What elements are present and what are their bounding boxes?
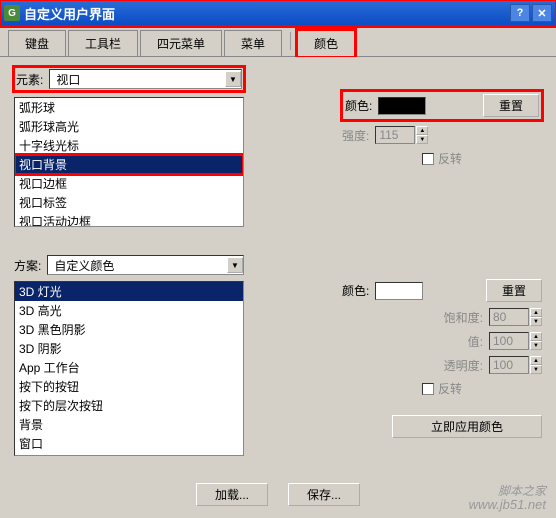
- list-item[interactable]: 弧形球高光: [15, 117, 243, 136]
- scheme-label: 方案:: [14, 257, 41, 274]
- reset-color1-button[interactable]: 重置: [483, 94, 539, 117]
- close-button[interactable]: ✕: [532, 4, 552, 22]
- list-item[interactable]: 十字线光标: [15, 136, 243, 155]
- color1-swatch[interactable]: [378, 97, 426, 115]
- value-spinner: ▲▼: [489, 332, 542, 350]
- spin-up-icon: ▲: [530, 308, 542, 317]
- tab-menu[interactable]: 菜单: [224, 30, 282, 56]
- saturation-spinner: ▲▼: [489, 308, 542, 326]
- element-label: 元素:: [16, 71, 43, 88]
- apply-color-button[interactable]: 立即应用颜色: [392, 415, 542, 438]
- invert2-checkbox: [422, 383, 434, 395]
- load-button[interactable]: 加载...: [196, 483, 268, 506]
- titlebar: G 自定义用户界面 ? ✕: [0, 0, 556, 26]
- list-item[interactable]: 视口标签: [15, 193, 243, 212]
- list-item-selected[interactable]: 3D 灯光: [15, 282, 243, 301]
- intensity-label: 强度:: [342, 127, 369, 144]
- color2-swatch[interactable]: [375, 282, 423, 300]
- spin-up-icon: ▲: [416, 126, 428, 135]
- tab-toolbar[interactable]: 工具栏: [68, 30, 138, 56]
- window-title: 自定义用户界面: [24, 4, 510, 23]
- invert2-label: 反转: [438, 380, 462, 397]
- chevron-down-icon[interactable]: ▼: [227, 257, 243, 273]
- help-button[interactable]: ?: [510, 4, 530, 22]
- invert1-label: 反转: [438, 150, 462, 167]
- invert1-checkbox: [422, 153, 434, 165]
- list-item[interactable]: App 工作台: [15, 358, 243, 377]
- save-button[interactable]: 保存...: [288, 483, 360, 506]
- list-item[interactable]: 弧形球: [15, 98, 243, 117]
- content-area: 元素: 视口 ▼ 弧形球 弧形球高光 十字线光标 视口背景 视口边框 视口标签 …: [0, 57, 556, 518]
- tab-color[interactable]: 颜色: [297, 30, 355, 57]
- spin-down-icon: ▼: [530, 341, 542, 350]
- spin-down-icon: ▼: [530, 365, 542, 374]
- alpha-label: 透明度:: [444, 357, 483, 374]
- reset-color2-button[interactable]: 重置: [486, 279, 542, 302]
- element-combo-value: 视口: [50, 70, 225, 89]
- list-item[interactable]: 视口活动边框: [15, 212, 243, 227]
- alpha-spinner: ▲▼: [489, 356, 542, 374]
- spin-up-icon: ▲: [530, 332, 542, 341]
- scheme-listbox[interactable]: 3D 灯光 3D 高光 3D 黑色阴影 3D 阴影 App 工作台 按下的按钮 …: [14, 281, 244, 456]
- saturation-label: 饱和度:: [444, 309, 483, 326]
- intensity-spinner: ▲▼: [375, 126, 428, 144]
- element-listbox[interactable]: 弧形球 弧形球高光 十字线光标 视口背景 视口边框 视口标签 视口活动边框 视口…: [14, 97, 244, 227]
- list-item[interactable]: 按下的按钮: [15, 377, 243, 396]
- app-icon: G: [4, 5, 20, 21]
- tab-separator: [290, 32, 291, 50]
- list-item[interactable]: 窗口文本: [15, 453, 243, 456]
- tab-keyboard[interactable]: 键盘: [8, 30, 66, 56]
- list-item[interactable]: 窗口: [15, 434, 243, 453]
- list-item-selected[interactable]: 视口背景: [15, 155, 243, 174]
- list-item[interactable]: 3D 黑色阴影: [15, 320, 243, 339]
- color2-label: 颜色:: [342, 282, 369, 299]
- spin-up-icon: ▲: [530, 356, 542, 365]
- element-combo[interactable]: 视口 ▼: [49, 69, 242, 89]
- list-item[interactable]: 视口边框: [15, 174, 243, 193]
- tab-quadmenu[interactable]: 四元菜单: [140, 30, 222, 56]
- scheme-combo-value: 自定义颜色: [48, 256, 227, 275]
- list-item[interactable]: 3D 阴影: [15, 339, 243, 358]
- value-label: 值:: [468, 333, 483, 350]
- spin-down-icon: ▼: [416, 135, 428, 144]
- spin-down-icon: ▼: [530, 317, 542, 326]
- chevron-down-icon[interactable]: ▼: [225, 71, 241, 87]
- list-item[interactable]: 3D 高光: [15, 301, 243, 320]
- list-item[interactable]: 按下的层次按钮: [15, 396, 243, 415]
- tabbar: 键盘 工具栏 四元菜单 菜单 颜色: [0, 26, 556, 57]
- color1-label: 颜色:: [345, 97, 372, 114]
- list-item[interactable]: 背景: [15, 415, 243, 434]
- scheme-combo[interactable]: 自定义颜色 ▼: [47, 255, 244, 275]
